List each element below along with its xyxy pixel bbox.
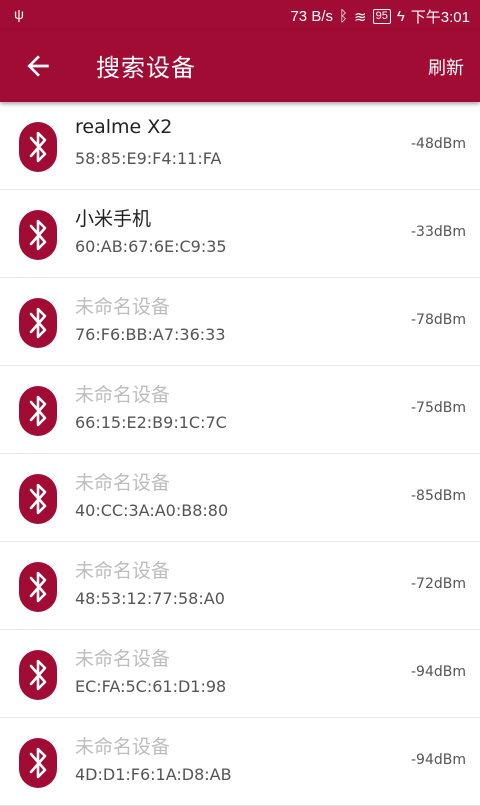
bluetooth-icon <box>19 210 57 260</box>
device-name: 未命名设备 <box>75 384 171 406</box>
device-mac: 4D:D1:F6:1A:D8:AB <box>75 765 232 784</box>
network-speed: 73 B/s <box>290 8 333 25</box>
device-row[interactable]: 未命名设备 48:53:12:77:58:A0 -72dBm <box>0 542 480 630</box>
device-mac: 40:CC:3A:A0:B8:80 <box>75 501 229 520</box>
bluetooth-icon <box>19 474 57 524</box>
device-rssi: -85dBm <box>411 488 466 504</box>
device-name: 未命名设备 <box>75 648 171 670</box>
bluetooth-icon <box>19 386 57 436</box>
bluetooth-icon <box>19 562 57 612</box>
app-bar: 搜索设备 刷新 <box>0 30 480 102</box>
device-rssi: -78dBm <box>411 312 466 328</box>
device-mac: 60:AB:67:6E:C9:35 <box>75 237 227 256</box>
device-row[interactable]: 未命名设备 4D:D1:F6:1A:D8:AB -94dBm <box>0 718 480 806</box>
clock: 下午3:01 <box>410 9 470 26</box>
device-rssi: -94dBm <box>411 664 466 680</box>
device-name: 未命名设备 <box>75 296 171 318</box>
battery-icon: 95 <box>372 9 391 24</box>
device-rssi: -33dBm <box>411 224 466 240</box>
device-rssi: -72dBm <box>411 576 466 592</box>
device-mac: EC:FA:5C:61:D1:98 <box>75 677 227 696</box>
bluetooth-status-icon: ᛒ <box>339 8 349 25</box>
device-name: 未命名设备 <box>75 736 171 758</box>
bluetooth-icon <box>19 298 57 348</box>
device-mac: 66:15:E2:B9:1C:7C <box>75 413 227 432</box>
wifi-icon: ≋ <box>354 8 367 26</box>
device-row[interactable]: 小米手机 60:AB:67:6E:C9:35 -33dBm <box>0 190 480 278</box>
device-row[interactable]: realme X2 58:85:E9:F4:11:FA -48dBm <box>0 102 480 190</box>
device-mac: 48:53:12:77:58:A0 <box>75 589 225 608</box>
device-name: realme X2 <box>75 116 173 138</box>
usb-icon: ψ <box>14 6 24 22</box>
device-rssi: -94dBm <box>411 752 466 768</box>
device-name: 小米手机 <box>75 208 152 230</box>
charging-icon: ϟ <box>396 8 405 25</box>
device-row[interactable]: 未命名设备 76:F6:BB:A7:36:33 -78dBm <box>0 278 480 366</box>
status-icons: 73 B/s ᛒ ≋ 95 ϟ 下午3:01 <box>290 6 470 27</box>
device-name: 未命名设备 <box>75 472 171 494</box>
device-list: realme X2 58:85:E9:F4:11:FA -48dBm 小米手机 60:A… <box>0 102 480 806</box>
device-rssi: -75dBm <box>411 400 466 416</box>
device-rssi: -48dBm <box>411 136 466 152</box>
device-row[interactable]: 未命名设备 EC:FA:5C:61:D1:98 -94dBm <box>0 630 480 718</box>
page-title: 搜索设备 <box>96 54 196 82</box>
bluetooth-icon <box>19 122 57 172</box>
device-row[interactable]: 未命名设备 40:CC:3A:A0:B8:80 -85dBm <box>0 454 480 542</box>
bluetooth-icon <box>19 650 57 700</box>
bluetooth-icon <box>19 738 57 788</box>
device-name: 未命名设备 <box>75 560 171 582</box>
status-bar: ψ 73 B/s ᛒ ≋ 95 ϟ 下午3:01 <box>0 0 480 30</box>
refresh-button[interactable]: 刷新 <box>428 54 464 80</box>
back-arrow-icon[interactable] <box>22 50 54 82</box>
device-mac: 76:F6:BB:A7:36:33 <box>75 325 226 344</box>
device-row[interactable]: 未命名设备 66:15:E2:B9:1C:7C -75dBm <box>0 366 480 454</box>
device-mac: 58:85:E9:F4:11:FA <box>75 149 222 168</box>
